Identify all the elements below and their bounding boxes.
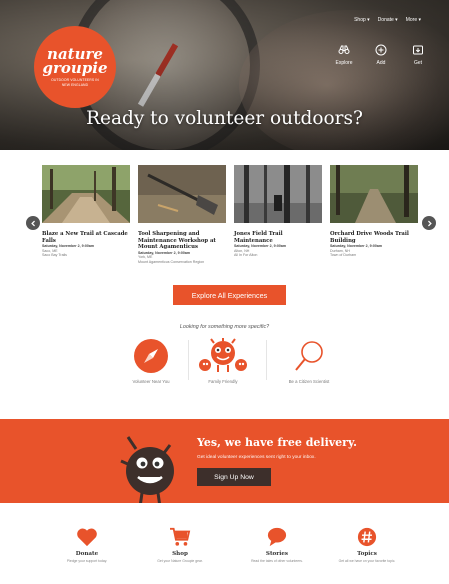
footer-stories[interactable]: Stories Read the tales of other voluntee…	[237, 527, 317, 563]
binoculars-icon	[338, 45, 350, 54]
speech-bubble-icon	[267, 527, 287, 547]
banner-subtitle: Get ideal volunteer experiences sent rig…	[197, 455, 316, 460]
footer-donate[interactable]: Donate Pledge your support today.	[47, 527, 127, 563]
experience-card[interactable]: Jones Field Trail Maintenance Saturday, …	[234, 165, 322, 258]
add-button[interactable]: Add	[370, 44, 392, 66]
nature-groupie-logo[interactable]: nature groupie OUTDOOR VOLUNTEERS IN NEW…	[34, 26, 116, 108]
carousel-next-button[interactable]	[422, 216, 436, 230]
download-icon	[413, 45, 423, 55]
sign-up-button[interactable]: Sign Up Now	[197, 468, 271, 486]
footer-shop[interactable]: Shop Get your Nature Groupie gear.	[140, 527, 220, 563]
icon-nav: Explore Add Get	[333, 44, 429, 66]
card-photo-forest-bw	[234, 165, 322, 223]
hero-banner: nature groupie OUTDOOR VOLUNTEERS IN NEW…	[0, 0, 449, 150]
card-photo-tools	[138, 165, 226, 223]
card-photo-trail	[42, 165, 130, 223]
explore-button[interactable]: Explore	[333, 44, 355, 66]
nav-shop[interactable]: Shop ▾	[354, 17, 370, 23]
chevron-left-icon	[30, 220, 35, 226]
monster-family-icon	[199, 338, 247, 372]
category-row: Volunteer Near You Family Friendly Be a …	[0, 338, 449, 390]
footer-topics[interactable]: Topics Get all we have on your favorite …	[327, 527, 407, 563]
specific-prompt: Looking for something more specific?	[179, 324, 270, 330]
experiences-carousel: Blaze a New Trail at Cascade Falls Satur…	[0, 165, 449, 295]
hero-title: Ready to volunteer outdoors?	[86, 108, 363, 129]
nav-more[interactable]: More ▾	[406, 17, 421, 23]
experience-card[interactable]: Orchard Drive Woods Trail Building Satur…	[330, 165, 418, 258]
card-photo-woods-trail	[330, 165, 418, 223]
explore-all-button[interactable]: Explore All Experiences	[173, 285, 286, 305]
cart-icon	[170, 527, 191, 546]
experience-card[interactable]: Tool Sharpening and Maintenance Workshop…	[138, 165, 226, 265]
get-button[interactable]: Get	[407, 44, 429, 66]
category-citizen-scientist[interactable]: Be a Citizen Scientist	[269, 338, 349, 384]
category-volunteer-near-you[interactable]: Volunteer Near You	[111, 338, 191, 384]
carousel-prev-button[interactable]	[26, 216, 40, 230]
hashtag-icon	[357, 527, 377, 547]
chevron-right-icon	[427, 220, 432, 226]
heart-icon	[77, 528, 97, 547]
magnifier-icon	[295, 341, 323, 371]
delivery-banner: Yes, we have free delivery. Get ideal vo…	[0, 419, 449, 503]
plus-circle-icon	[375, 44, 387, 56]
monster-mascot-icon	[120, 436, 174, 503]
top-nav: Shop ▾ Donate ▾ More ▾	[354, 17, 421, 23]
compass-icon	[134, 339, 168, 373]
footer-links: Donate Pledge your support today. Shop G…	[0, 527, 449, 582]
nav-donate[interactable]: Donate ▾	[378, 17, 398, 23]
category-family-friendly[interactable]: Family Friendly	[183, 338, 263, 384]
banner-title: Yes, we have free delivery.	[197, 436, 357, 449]
experience-card[interactable]: Blaze a New Trail at Cascade Falls Satur…	[42, 165, 130, 258]
